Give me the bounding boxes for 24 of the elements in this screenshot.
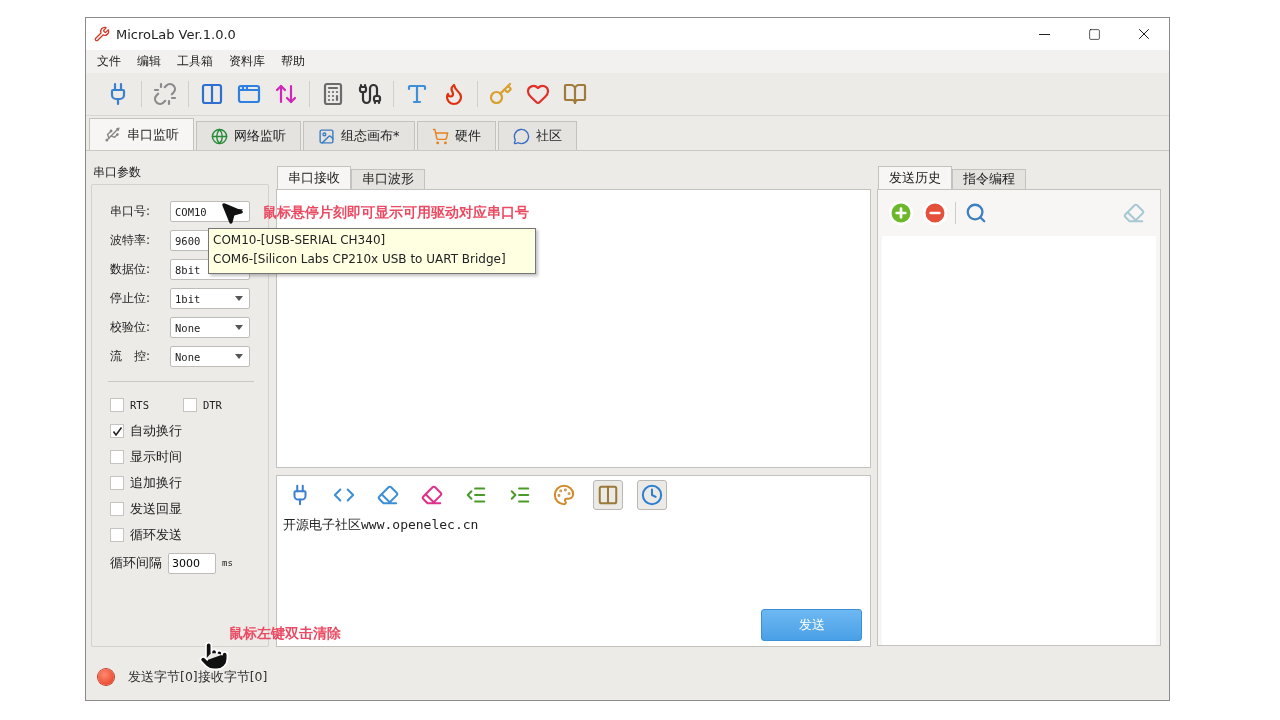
field-label: 波特率: [110, 232, 152, 249]
group-title: 串口参数 [93, 164, 142, 181]
field-label: 流 控: [110, 348, 152, 365]
status-text: 发送字节[0] [128, 668, 198, 686]
checkbox-label: 发送回显 [130, 500, 182, 518]
status-text: 接收字节[0] [197, 668, 268, 686]
checkbox-label: RTS [130, 399, 149, 411]
send-text: 开源电子社区www.openelec.cn [283, 516, 480, 534]
tooltip-line: COM6-[Silicon Labs CP210x USB to UART Bridge] [213, 251, 507, 268]
field-label: 循环间隔 [110, 554, 162, 572]
tooltip-line: COM10-[USB-SERIAL CH340] [213, 232, 387, 249]
field-label: 数据位: [110, 261, 152, 278]
checkbox-label: 追加换行 [130, 474, 182, 492]
checkbox-label: 显示时间 [130, 448, 182, 466]
checkbox-label: DTR [202, 399, 222, 411]
window-title: MicroLab Ver.1.0.0 [116, 26, 237, 42]
unit-label: ms [222, 558, 233, 568]
checkbox-label: 自动换行 [130, 422, 182, 440]
field-label: 串口号: [110, 203, 152, 220]
annotation-text: 鼠标左键双击清除 [229, 625, 341, 643]
field-label: 停止位: [110, 290, 152, 307]
field-label: 校验位: [110, 319, 152, 336]
checkbox-label: 循环发送 [130, 526, 182, 544]
annotation-text: 鼠标悬停片刻即可显示可用驱动对应串口号 [263, 204, 529, 222]
